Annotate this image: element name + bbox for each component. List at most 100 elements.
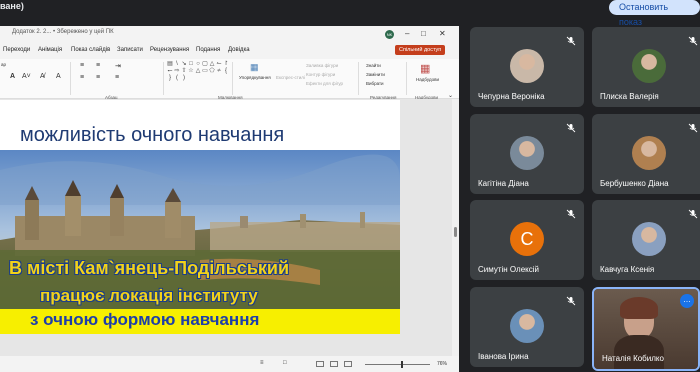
participant-tile[interactable]: Чепурна Вероніка	[470, 27, 584, 107]
tab-help[interactable]: Довідка	[228, 47, 250, 53]
curve-icon[interactable]: ≁	[216, 68, 222, 74]
align-center-icon[interactable]: ≡	[96, 74, 100, 81]
scrollbar-thumb[interactable]	[454, 227, 457, 237]
tab-view[interactable]: Подання	[196, 47, 220, 53]
line-icon[interactable]: \	[174, 61, 180, 67]
ribbon: ар A A˅ A̸ A ≡ ≡ ⇥ ≡ ≡ ≡ Абзац ▤ \ ↘ □ ○…	[0, 59, 459, 100]
reading-view-icon[interactable]	[344, 361, 352, 367]
vertical-scrollbar[interactable]	[452, 99, 459, 362]
participant-name: Плиска Валерія	[600, 92, 659, 101]
avatar	[632, 49, 666, 83]
brace-icon[interactable]: {	[223, 68, 229, 74]
powerpoint-window: Додаток 2. 2... • Збережено у цей ПК NK …	[0, 26, 459, 372]
bullets-icon[interactable]: ≡	[80, 62, 84, 69]
mic-muted-icon	[566, 120, 576, 133]
participant-tile[interactable]: Бербушенко Діана	[592, 114, 700, 194]
meeting-top-bar: ване) Остановить показ	[0, 0, 700, 27]
mic-muted-icon	[566, 293, 576, 306]
block-arrow-icon[interactable]: ⇧	[181, 68, 187, 74]
avatar	[632, 222, 666, 256]
participant-tile[interactable]: Іванова Ірина	[470, 287, 584, 367]
select-button[interactable]: Вибрати	[366, 81, 384, 86]
arrow-icon[interactable]: ↘	[181, 61, 187, 67]
star-icon[interactable]: ☆	[188, 68, 194, 74]
comments-icon[interactable]: □	[283, 360, 287, 366]
participant-name: Бербушенко Діана	[600, 179, 669, 188]
align-left-icon[interactable]: ≡	[80, 74, 84, 81]
participant-name: Іванова Ірина	[478, 352, 529, 361]
participant-tile[interactable]: Кавчуга Ксенія	[592, 200, 700, 280]
bracket-icon[interactable]: )	[181, 75, 187, 81]
addins-icon[interactable]: ▦	[420, 62, 430, 75]
numbering-icon[interactable]: ≡	[96, 62, 100, 69]
slide[interactable]: можливість очного навчання В місті Кам`я…	[0, 100, 400, 334]
textbox-icon[interactable]: ▤	[167, 61, 173, 67]
rectangle-icon[interactable]: □	[188, 61, 194, 67]
mic-muted-icon	[566, 206, 576, 219]
shape-outline-button[interactable]: Контур фігури	[306, 72, 335, 77]
mic-muted-icon	[688, 33, 698, 46]
participant-tile[interactable]: Кагітіна Діана	[470, 114, 584, 194]
minimize-icon[interactable]: –	[405, 29, 409, 38]
participant-name: Кавчуга Ксенія	[600, 265, 655, 274]
account-avatar[interactable]: NK	[385, 30, 394, 39]
slide-sorter-icon[interactable]	[330, 361, 338, 367]
triangle-icon[interactable]: △	[209, 61, 215, 67]
replace-button[interactable]: Замінити	[366, 72, 385, 77]
maximize-icon[interactable]: □	[421, 29, 426, 38]
slide-canvas: можливість очного навчання В місті Кам`я…	[0, 99, 459, 362]
close-icon[interactable]: ✕	[439, 29, 446, 38]
shape-effects-button[interactable]: Ефекти для фігур	[306, 81, 343, 86]
zoom-slider[interactable]	[365, 361, 430, 368]
block-arrow-icon[interactable]: ⇨	[174, 68, 180, 74]
ribbon-divider	[358, 62, 359, 95]
participant-tile[interactable]: С Симутін Олексій	[470, 200, 584, 280]
chevron-down-icon[interactable]: ⌄	[448, 92, 453, 99]
arrange-button[interactable]: Упорядкування	[239, 75, 271, 80]
slide-caption-line-1: В місті Кам`янець-Подільський	[9, 258, 290, 278]
tab-animations[interactable]: Анімація	[38, 47, 62, 53]
slide-caption-line-3: з очною формою навчання	[30, 310, 260, 329]
font-size-icon[interactable]: A˅	[22, 73, 31, 80]
participant-name: Кагітіна Діана	[478, 179, 529, 188]
clear-format-icon[interactable]: A̸	[40, 73, 45, 80]
zoom-slider-knob[interactable]	[401, 361, 403, 368]
indent-icon[interactable]: ⇥	[115, 62, 121, 70]
zoom-level[interactable]: 76%	[437, 361, 447, 367]
connector-icon[interactable]: ↽	[167, 68, 173, 74]
tab-transitions[interactable]: Переходи	[3, 47, 30, 53]
tab-record[interactable]: Записати	[117, 47, 143, 53]
rectangle-icon[interactable]: ▭	[202, 68, 208, 74]
rounded-rect-icon[interactable]: ▢	[202, 61, 208, 67]
tab-slideshow[interactable]: Показ слайдів	[71, 47, 110, 53]
align-right-icon[interactable]: ≡	[115, 74, 119, 81]
brace-icon[interactable]: }	[167, 75, 173, 81]
participant-tile[interactable]: … Наталія Кобилко	[592, 287, 700, 371]
shape-fill-button[interactable]: Заливка фігури	[306, 63, 338, 68]
more-options-icon[interactable]: …	[680, 294, 694, 308]
avatar	[510, 309, 544, 343]
shapes-gallery[interactable]: ▤ \ ↘ □ ○ ▢ △ ↼ ↾ ↽ ⇨ ⇧ ☆ △ ▭ ⬠ ≁ { } ( …	[167, 61, 229, 91]
font-color-icon[interactable]: A	[56, 73, 61, 80]
addins-button[interactable]: Надбудови	[416, 77, 439, 82]
normal-view-icon[interactable]	[316, 361, 324, 367]
quick-styles-button[interactable]: Експрес-стилі	[276, 75, 305, 80]
ribbon-divider	[406, 62, 407, 95]
connector-icon[interactable]: ↾	[223, 61, 229, 67]
share-button[interactable]: Спільний доступ	[395, 45, 446, 55]
arrange-icon[interactable]: ▦	[250, 62, 259, 73]
participant-tile[interactable]: Плиска Валерія	[592, 27, 700, 107]
stop-presenting-button[interactable]: Остановить показ	[609, 0, 700, 27]
triangle-icon[interactable]: △	[195, 68, 201, 74]
find-button[interactable]: Знайти	[366, 63, 381, 68]
oval-icon[interactable]: ○	[195, 61, 201, 67]
connector-icon[interactable]: ↼	[216, 61, 222, 67]
bold-icon[interactable]: A	[10, 73, 15, 80]
mic-muted-icon	[566, 33, 576, 46]
pentagon-icon[interactable]: ⬠	[209, 68, 215, 74]
notes-icon[interactable]: ≡	[260, 360, 264, 366]
ribbon-tabs: Переходи Анімація Показ слайдів Записати…	[0, 44, 459, 58]
tab-review[interactable]: Рецензування	[150, 47, 189, 53]
slide-title: можливість очного навчання	[20, 124, 285, 146]
bracket-icon[interactable]: (	[174, 75, 180, 81]
